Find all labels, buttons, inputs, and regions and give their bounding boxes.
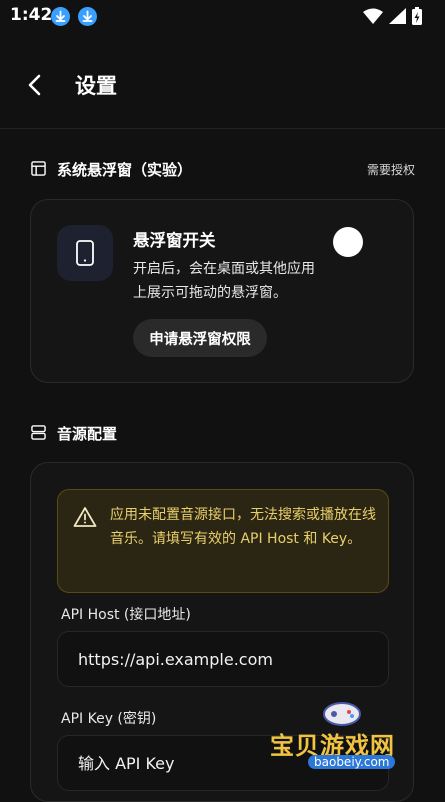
gamepad-icon xyxy=(323,702,361,726)
watermark-site: baobeiy.com xyxy=(308,755,396,769)
api-key-label: API Key (密钥) xyxy=(61,711,157,727)
warning-icon xyxy=(73,507,97,527)
watermark-logo: 宝贝游戏网 baobeiy.com xyxy=(270,698,420,778)
api-host-label: API Host (接口地址) xyxy=(61,607,191,623)
wifi-icon xyxy=(363,8,383,24)
floating-window-toggle-title: 悬浮窗开关 xyxy=(133,231,216,250)
status-time: 1:42 xyxy=(10,5,53,25)
api-host-input[interactable] xyxy=(57,631,389,687)
phone-icon-tile xyxy=(57,225,113,281)
floating-window-description: 开启后，会在桌面或其他应用上展示可拖动的悬浮窗。 xyxy=(133,261,315,301)
divider xyxy=(0,128,445,129)
battery-charging-icon xyxy=(412,7,422,25)
phone-icon xyxy=(76,240,94,266)
request-floating-permission-button[interactable]: 申请悬浮窗权限 xyxy=(133,319,267,357)
signal-icon xyxy=(389,8,406,24)
download-icon xyxy=(78,7,97,26)
download-icon xyxy=(51,7,70,26)
chevron-left-icon xyxy=(28,74,41,96)
back-button[interactable] xyxy=(18,68,52,102)
floating-window-card: 悬浮窗开关 开启后，会在桌面或其他应用上展示可拖动的悬浮窗。 申请悬浮窗权限 xyxy=(30,199,414,383)
server-icon xyxy=(31,425,46,440)
status-indicators xyxy=(363,6,433,26)
floating-window-toggle[interactable] xyxy=(333,227,363,257)
audio-source-section-title: 音源配置 xyxy=(57,425,118,443)
status-bar: 1:42 xyxy=(0,0,445,32)
layout-icon xyxy=(31,161,46,176)
permission-required-link[interactable]: 需要授权 xyxy=(367,161,415,178)
warning-box: 应用未配置音源接口，无法搜索或播放在线音乐。请填写有效的 API Host 和 … xyxy=(57,489,389,593)
page-title: 设置 xyxy=(75,74,117,98)
app-bar: 设置 xyxy=(0,52,445,116)
warning-text: 应用未配置音源接口，无法搜索或播放在线音乐。请填写有效的 API Host 和 … xyxy=(110,507,376,547)
floating-window-section-title: 系统悬浮窗（实验） xyxy=(57,161,193,179)
